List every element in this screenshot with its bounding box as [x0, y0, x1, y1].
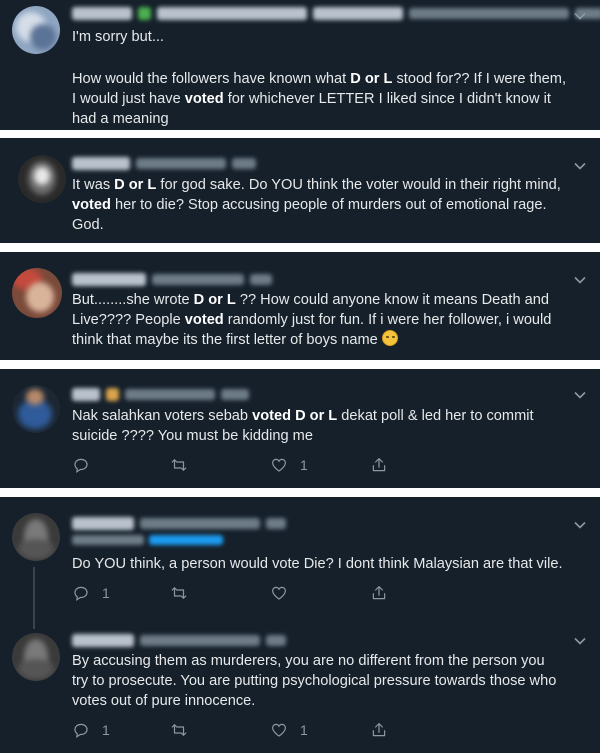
- tweet-header-redacted: [72, 154, 256, 172]
- tweet-actions: 1: [70, 582, 400, 604]
- retweet-icon: [171, 724, 187, 736]
- tweet-card-4: Nak salahkan voters sebab voted D or L d…: [0, 369, 600, 488]
- text-line-content: think that maybe its the first letter of…: [72, 332, 378, 348]
- text-line: try to prosecute. You are putting psycho…: [72, 673, 557, 689]
- tweet-text: It was D or L for god sake. Do YOU think…: [72, 175, 594, 235]
- avatar[interactable]: [18, 155, 66, 203]
- like-button[interactable]: 1: [270, 719, 308, 741]
- avatar[interactable]: [12, 513, 60, 561]
- text-line: How would the followers have known what …: [72, 71, 567, 87]
- heart-icon: [272, 458, 286, 472]
- text-line: had a meaning: [72, 111, 169, 127]
- retweet-icon: [171, 459, 187, 471]
- reply-icon: [74, 458, 88, 473]
- share-button[interactable]: [370, 454, 388, 476]
- like-button[interactable]: [270, 582, 288, 604]
- text-line: But........she wrote D or L ?? How could…: [72, 292, 549, 308]
- tweet-text: By accusing them as murderers, you are n…: [72, 651, 594, 711]
- tweet-text: Nak salahkan voters sebab voted D or L d…: [72, 406, 594, 446]
- text-line: Do YOU think, a person would vote Die? I…: [72, 556, 563, 572]
- reply-button[interactable]: 1: [72, 582, 110, 604]
- tweet-header-redacted: [72, 385, 249, 403]
- like-button[interactable]: 1: [270, 454, 308, 476]
- reply-button[interactable]: [72, 454, 90, 476]
- chevron-down-icon[interactable]: [570, 6, 590, 26]
- text-line: [72, 47, 594, 67]
- share-button[interactable]: [370, 582, 388, 604]
- tweet[interactable]: I'm sorry but... How would the followers…: [0, 0, 600, 130]
- avatar[interactable]: [12, 268, 62, 318]
- text-line: I would just have voted for whichever LE…: [72, 91, 551, 107]
- reply-count: 1: [102, 722, 110, 738]
- tweet-text: But........she wrote D or L ?? How could…: [72, 290, 594, 350]
- tweet-card-2: It was D or L for god sake. Do YOU think…: [0, 138, 600, 243]
- chevron-down-icon[interactable]: [570, 270, 590, 290]
- tweet[interactable]: Do YOU think, a person would vote Die? I…: [0, 497, 600, 615]
- reply-icon: [74, 586, 88, 601]
- text-line: votes out of pure innocence.: [72, 693, 256, 709]
- tweet-text: I'm sorry but... How would the followers…: [72, 27, 594, 129]
- text-line: I'm sorry but...: [72, 29, 164, 45]
- text-line: suicide ???? You must be kidding me: [72, 428, 313, 444]
- text-line: Live???? People voted randomly just for …: [72, 312, 552, 328]
- tweet-header-redacted: [72, 4, 600, 22]
- tweet-header-redacted: [72, 514, 286, 532]
- tweet-card-3: But........she wrote D or L ?? How could…: [0, 252, 600, 360]
- reply-button[interactable]: 1: [72, 719, 110, 741]
- retweet-button[interactable]: [170, 719, 188, 741]
- avatar[interactable]: [12, 385, 60, 433]
- flushed-face-emoji: [381, 330, 398, 346]
- retweet-icon: [171, 587, 187, 599]
- chevron-down-icon[interactable]: [570, 156, 590, 176]
- share-icon: [372, 458, 386, 472]
- tweet[interactable]: But........she wrote D or L ?? How could…: [0, 252, 600, 360]
- like-count: 1: [300, 457, 308, 473]
- tweet-actions: 1 1: [70, 719, 400, 741]
- chevron-down-icon[interactable]: [570, 385, 590, 405]
- text-line: God.: [72, 217, 104, 233]
- avatar[interactable]: [12, 6, 60, 54]
- retweet-button[interactable]: [170, 454, 188, 476]
- replying-to-redacted: [72, 535, 223, 549]
- chevron-down-icon[interactable]: [570, 515, 590, 535]
- tweet-text: Do YOU think, a person would vote Die? I…: [72, 554, 594, 574]
- chevron-down-icon[interactable]: [570, 631, 590, 651]
- retweet-button[interactable]: [170, 582, 188, 604]
- tweet[interactable]: By accusing them as murderers, you are n…: [0, 629, 600, 753]
- tweet[interactable]: Nak salahkan voters sebab voted D or L d…: [0, 369, 600, 488]
- text-line: It was D or L for god sake. Do YOU think…: [72, 177, 561, 193]
- heart-icon: [272, 586, 286, 600]
- reply-count: 1: [102, 585, 110, 601]
- text-line: By accusing them as murderers, you are n…: [72, 653, 545, 669]
- tweet-card-5-thread: Do YOU think, a person would vote Die? I…: [0, 497, 600, 753]
- reply-icon: [74, 723, 88, 738]
- tweet[interactable]: It was D or L for god sake. Do YOU think…: [0, 138, 600, 243]
- like-count: 1: [300, 722, 308, 738]
- heart-icon: [272, 723, 286, 737]
- tweet-card-1: I'm sorry but... How would the followers…: [0, 0, 600, 130]
- share-icon: [372, 586, 386, 600]
- share-button[interactable]: [370, 719, 388, 741]
- text-line: Nak salahkan voters sebab voted D or L d…: [72, 408, 534, 424]
- tweet-header-redacted: [72, 270, 272, 288]
- share-icon: [372, 723, 386, 737]
- text-line: voted her to die? Stop accusing people o…: [72, 197, 547, 213]
- tweet-actions: 1: [70, 454, 400, 476]
- avatar[interactable]: [12, 633, 60, 681]
- tweet-header-redacted: [72, 631, 286, 649]
- text-line: think that maybe its the first letter of…: [72, 330, 594, 350]
